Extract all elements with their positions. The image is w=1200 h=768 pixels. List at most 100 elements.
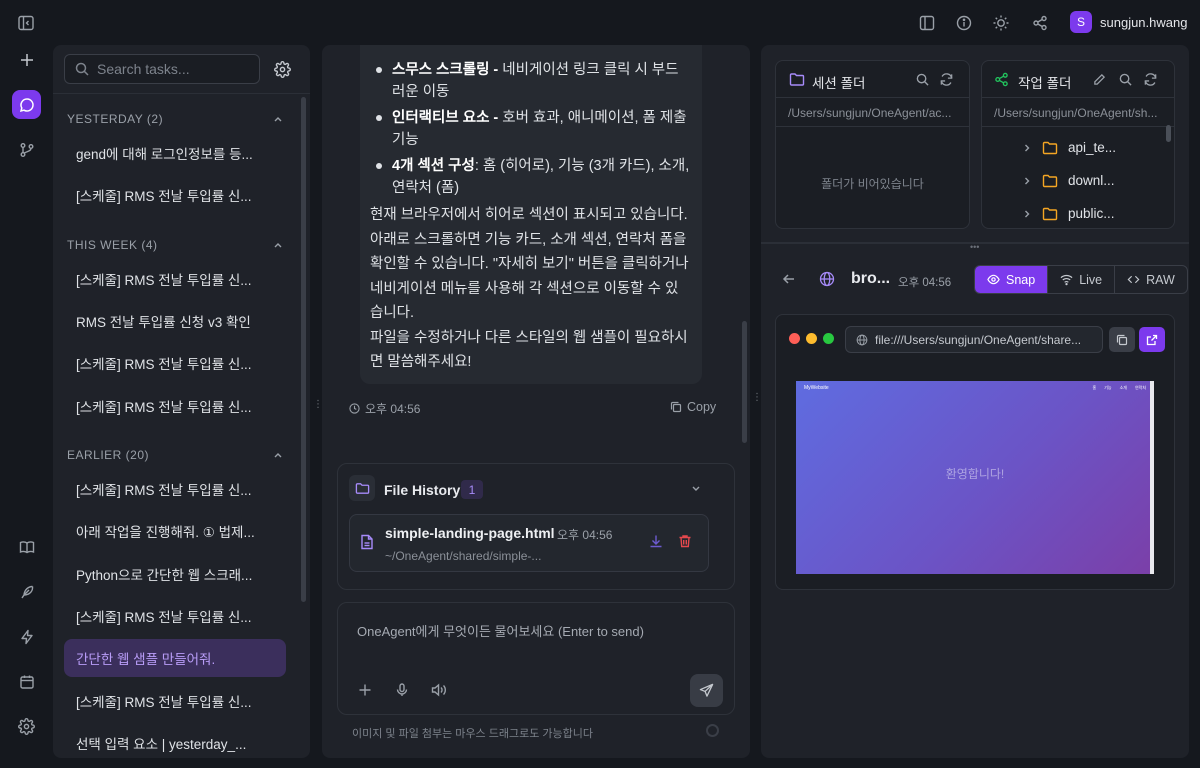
session-folder-path: /Users/sungjun/OneAgent/ac... [788, 106, 952, 120]
copy-button[interactable]: Copy [670, 400, 716, 414]
send-button[interactable] [690, 674, 723, 707]
folder-icon [1042, 141, 1058, 154]
wifi-icon [1060, 274, 1073, 286]
chat-panel: 스무스 스크롤링 - 네비게이션 링크 클릭 시 부드러운 이동 인터랙티브 요… [322, 45, 750, 758]
trash-icon[interactable] [678, 534, 692, 548]
group-header-this-week[interactable]: THIS WEEK (4) [67, 238, 283, 252]
lightning-icon[interactable] [12, 622, 41, 651]
chevron-up-icon [274, 117, 282, 122]
search-icon[interactable] [916, 73, 929, 86]
task-item[interactable]: [스케줄] RMS 전날 투입률 신... [64, 387, 286, 425]
folder-icon [349, 475, 375, 501]
preview-link: 소개 [1119, 385, 1127, 390]
mode-snap-button[interactable]: Snap [975, 266, 1049, 293]
speaker-icon[interactable] [431, 683, 447, 697]
task-item[interactable]: 선택 입력 요소 | yesterday_... [64, 724, 286, 758]
back-arrow-icon[interactable] [781, 271, 797, 287]
message-timestamp: 오후 04:56 [349, 400, 420, 417]
file-history-panel: File History 1 simple-landing-page.html … [337, 463, 735, 590]
file-path: ~/OneAgent/shared/simple-... [385, 549, 542, 563]
resize-handle[interactable]: ••• [970, 242, 979, 252]
divider [982, 97, 1174, 98]
download-icon[interactable] [649, 534, 663, 548]
message-input[interactable]: OneAgent에게 무엇이든 물어보세요 (Enter to send) [357, 621, 717, 640]
theme-sun-icon[interactable] [990, 12, 1012, 34]
search-box[interactable] [64, 54, 260, 84]
preview-scrollbar[interactable] [1150, 381, 1154, 574]
folder-scrollbar[interactable] [1166, 125, 1171, 142]
book-icon[interactable] [12, 532, 41, 561]
copy-icon [1116, 334, 1128, 345]
window-maximize-dot[interactable] [823, 333, 834, 344]
url-text: file:///Users/sungjun/OneAgent/share... [875, 332, 1082, 347]
work-folder-title: 작업 폴더 [1018, 76, 1072, 91]
session-folder-card: 세션 폴더 /Users/sungjun/OneAgent/ac... 폴더가 … [775, 60, 970, 229]
group-label: EARLIER (20) [67, 448, 150, 462]
chat-icon[interactable] [12, 90, 41, 119]
git-branch-icon[interactable] [12, 135, 41, 164]
task-item[interactable]: 아래 작업을 진행해줘. ① 법제... [64, 512, 286, 550]
folder-icon [1042, 174, 1058, 187]
browser-toolbar: bro... 오후 04:56 Snap Live RAW [761, 265, 1189, 295]
url-bar[interactable]: file:///Users/sungjun/OneAgent/share... [845, 326, 1103, 353]
mode-label: RAW [1146, 272, 1175, 287]
task-item[interactable]: [스케줄] RMS 전날 투입률 신... [64, 260, 286, 298]
avatar: S [1070, 11, 1092, 33]
task-item[interactable]: [스케줄] RMS 전날 투입률 신... [64, 176, 286, 214]
page-snapshot[interactable]: MyWebsite 홈 기능 소개 연락처 환영합니다! [796, 381, 1154, 574]
mode-raw-button[interactable]: RAW [1115, 266, 1187, 293]
search-input[interactable] [97, 61, 247, 77]
preview-link: 홈 [1092, 385, 1097, 390]
task-item[interactable]: [스케줄] RMS 전날 투입률 신... [64, 597, 286, 635]
bullet-bold: 4개 섹션 구성 [392, 158, 475, 174]
copy-url-button[interactable] [1109, 327, 1135, 352]
microphone-icon[interactable] [395, 683, 409, 697]
file-time: 오후 04:56 [557, 528, 613, 542]
search-icon[interactable] [1119, 73, 1132, 86]
feather-icon[interactable] [12, 577, 41, 606]
browser-preview-frame: file:///Users/sungjun/OneAgent/share... … [775, 314, 1175, 590]
calendar-icon[interactable] [12, 667, 41, 696]
refresh-icon[interactable] [939, 72, 954, 87]
sidebar-scrollbar[interactable] [301, 97, 306, 602]
sidebar-settings-gear-icon[interactable] [271, 58, 293, 80]
info-icon[interactable] [953, 12, 975, 34]
task-item[interactable]: RMS 전날 투입률 신청 v3 확인 [64, 302, 286, 340]
user-menu[interactable]: S sungjun.hwang [1070, 11, 1187, 33]
group-header-earlier[interactable]: EARLIER (20) [67, 448, 283, 462]
open-external-button[interactable] [1139, 327, 1165, 352]
external-link-icon [1146, 334, 1158, 345]
folder-tree-item[interactable]: public... [1022, 206, 1115, 221]
collapse-sidebar-icon[interactable] [15, 12, 37, 34]
panel-layout-icon[interactable] [916, 12, 938, 34]
share-icon[interactable] [1029, 12, 1051, 34]
window-close-dot[interactable] [789, 333, 800, 344]
chevron-down-icon[interactable] [688, 480, 704, 496]
folder-tree-item[interactable]: api_te... [1022, 140, 1116, 155]
file-history-item[interactable]: simple-landing-page.html 오후 04:56 ~/OneA… [349, 514, 709, 572]
file-count-badge: 1 [461, 480, 483, 499]
edit-pencil-icon[interactable] [1093, 73, 1106, 86]
group-header-yesterday[interactable]: YESTERDAY (2) [67, 112, 283, 126]
search-icon [75, 62, 89, 76]
mode-live-button[interactable]: Live [1048, 266, 1116, 293]
folder-tree-item[interactable]: downl... [1022, 173, 1115, 188]
preview-links: 홈 기능 소개 연락처 [1093, 385, 1146, 391]
refresh-icon[interactable] [1143, 72, 1158, 87]
task-item[interactable]: [스케줄] RMS 전날 투입률 신... [64, 470, 286, 508]
preview-hero-text: 환영합니다! [945, 467, 1005, 481]
new-task-button[interactable] [12, 45, 41, 74]
task-item[interactable]: Python으로 간단한 웹 스크래... [64, 555, 286, 593]
divider [53, 93, 310, 94]
attach-plus-icon[interactable] [358, 683, 372, 697]
settings-gear-icon[interactable] [12, 712, 41, 741]
chat-scrollbar[interactable] [742, 321, 747, 443]
task-item[interactable]: [스케줄] RMS 전날 투입률 신... [64, 344, 286, 382]
loading-spinner-icon [706, 724, 719, 737]
chevron-up-icon [274, 243, 282, 248]
task-item-active[interactable]: 간단한 웹 샘플 만들어줘. [64, 639, 286, 677]
message-composer[interactable]: OneAgent에게 무엇이든 물어보세요 (Enter to send) [337, 602, 735, 715]
window-minimize-dot[interactable] [806, 333, 817, 344]
task-item[interactable]: gend에 대해 로그인정보를 등... [64, 134, 286, 172]
task-item[interactable]: [스케줄] RMS 전날 투입률 신... [64, 682, 286, 720]
